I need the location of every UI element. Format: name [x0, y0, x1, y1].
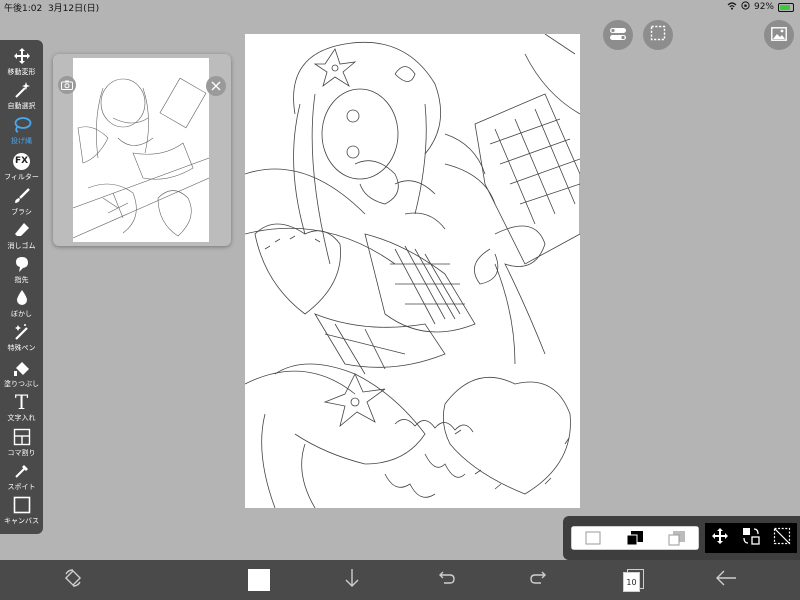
drawing-canvas[interactable]: [245, 34, 580, 508]
close-preview-icon[interactable]: [206, 76, 226, 96]
tool-label: 特殊ペン: [7, 344, 36, 352]
status-bar: 午後1:02 3月12日(日) 92%: [0, 0, 800, 14]
image-icon: [771, 26, 787, 45]
current-color-button[interactable]: [247, 568, 271, 592]
tool-label: 指先: [14, 276, 29, 284]
brush-icon: [12, 186, 32, 206]
text-t-icon: T: [14, 390, 29, 414]
canvas-square-icon: [12, 495, 32, 515]
lasso-icon: [12, 115, 32, 135]
fx-icon: FX: [13, 152, 30, 170]
down-arrow-icon: [344, 568, 360, 592]
image-material-button[interactable]: [764, 20, 794, 50]
back-button[interactable]: [713, 568, 739, 592]
orientation-lock-icon: [741, 1, 750, 13]
color-square: [248, 569, 270, 591]
move-selection-icon[interactable]: [711, 527, 729, 549]
finger-smudge-icon: [12, 254, 32, 274]
tool-sidebar: 移動変形 自動選択 投げ縄 FX フィルター ブラシ 消しゴム 指先 ぼかし 特…: [0, 40, 43, 534]
tool-canvas[interactable]: キャンバス: [0, 495, 43, 533]
tool-label: スポイト: [7, 483, 36, 491]
rotate-icon: [63, 568, 83, 592]
selection-tools-group: [705, 523, 797, 553]
tool-label: フィルター: [4, 173, 39, 181]
rotate-canvas-button[interactable]: [60, 568, 86, 592]
back-arrow-icon: [715, 570, 737, 590]
eraser-icon: [12, 220, 32, 240]
sparkle-pen-icon: [12, 322, 32, 342]
line-art-illustration: [245, 34, 580, 508]
paint-bucket-icon: [12, 358, 32, 378]
tool-finger[interactable]: 指先: [0, 254, 43, 292]
tool-lasso[interactable]: 投げ縄: [0, 115, 43, 153]
wifi-icon: [727, 1, 737, 13]
tool-label: ぼかし: [11, 310, 32, 318]
tool-blur[interactable]: ぼかし: [0, 288, 43, 326]
selection-button[interactable]: [643, 20, 673, 50]
tool-filter[interactable]: FX フィルター: [0, 151, 43, 189]
bottom-toolbar: 10: [0, 560, 800, 600]
layer-count: 10: [623, 572, 640, 592]
redo-button[interactable]: [527, 568, 551, 592]
battery-percent: 92%: [753, 2, 774, 12]
transform-selection-icon[interactable]: [742, 527, 760, 549]
status-time: 午後1:02: [4, 4, 43, 14]
move-arrows-icon: [12, 46, 32, 66]
redo-icon: [529, 570, 549, 590]
deselect-icon[interactable]: [773, 527, 791, 549]
color-swatch-group: [571, 526, 699, 550]
black-swatch[interactable]: [614, 527, 656, 549]
eyedropper-icon: [12, 461, 32, 481]
tool-label: ブラシ: [11, 208, 32, 216]
reference-preview-window[interactable]: [53, 54, 231, 246]
camera-icon[interactable]: [58, 76, 76, 94]
battery-icon: [778, 2, 794, 12]
tool-brush[interactable]: ブラシ: [0, 186, 43, 224]
transparent-swatch[interactable]: [656, 527, 698, 549]
water-drop-icon: [12, 288, 32, 308]
tool-label: 移動変形: [7, 68, 36, 76]
status-date: 3月12日(日): [47, 4, 100, 14]
dashed-selection-icon: [650, 25, 666, 45]
tool-label: 塗りつぶし: [3, 380, 40, 388]
magic-wand-icon: [12, 80, 32, 100]
tool-label: 投げ縄: [11, 137, 32, 145]
white-swatch[interactable]: [572, 527, 614, 549]
tool-eyedropper[interactable]: スポイト: [0, 461, 43, 499]
preview-thumbnail: [72, 58, 210, 242]
tool-move[interactable]: 移動変形: [0, 46, 43, 84]
tool-frame[interactable]: コマ割り: [0, 427, 43, 465]
frame-panels-icon: [12, 427, 32, 447]
tool-special-pen[interactable]: 特殊ペン: [0, 322, 43, 360]
tool-eraser[interactable]: 消しゴム: [0, 220, 43, 258]
layer-toggle-button[interactable]: [603, 20, 633, 50]
tool-text[interactable]: T 文字入れ: [0, 390, 43, 430]
layers-icon: 10: [623, 569, 644, 592]
undo-button[interactable]: [434, 568, 458, 592]
tool-label: 文字入れ: [7, 414, 36, 422]
toggle-switch-icon: [609, 26, 627, 45]
color-selection-panel: [563, 516, 800, 560]
tool-label: コマ割り: [7, 449, 36, 457]
tool-label: キャンバス: [4, 517, 39, 525]
undo-icon: [436, 570, 456, 590]
tool-magic-wand[interactable]: 自動選択: [0, 80, 43, 118]
tool-label: 自動選択: [7, 102, 36, 110]
layers-button[interactable]: 10: [620, 568, 646, 592]
tool-label: 消しゴム: [7, 242, 36, 250]
download-button[interactable]: [340, 568, 364, 592]
